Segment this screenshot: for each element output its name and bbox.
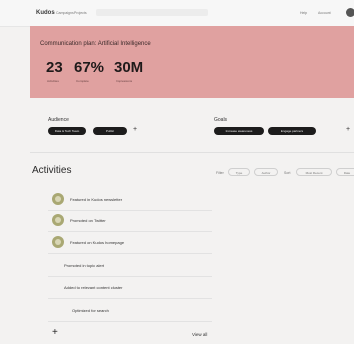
nav-item-campaigns[interactable]: Campaigns <box>56 11 74 15</box>
nav-item-projects[interactable]: Projects <box>74 11 87 15</box>
badge-icon <box>52 193 64 205</box>
add-goal-button[interactable]: + <box>346 126 350 134</box>
app-logo[interactable]: Kudos <box>36 10 55 16</box>
activity-row[interactable]: Optimized for search <box>48 301 212 322</box>
goals-label: Goals <box>214 117 228 123</box>
plan-header: Communication plan: Artificial Intellige… <box>30 26 354 98</box>
add-audience-button[interactable]: + <box>133 126 137 134</box>
page: Kudos Campaigns Projects Help Account Co… <box>0 0 354 344</box>
activity-text: Optimized for search <box>72 308 109 313</box>
activity-row[interactable]: Promoted in topic alert <box>48 256 212 277</box>
filter-label: Filter <box>216 171 224 175</box>
divider <box>30 152 354 153</box>
activity-row[interactable]: Added to relevant content cluster <box>48 278 212 299</box>
activity-text: Promoted in topic alert <box>64 263 105 268</box>
stat-label-impressions: Impressions <box>116 79 133 83</box>
stat-value-impressions: 30M <box>114 59 144 76</box>
goal-pill-2[interactable]: Engage partners <box>268 127 316 135</box>
activities-heading: Activities <box>32 165 72 176</box>
stat-value-complete: 67% <box>74 59 105 76</box>
badge-icon <box>52 236 64 248</box>
badge-icon <box>52 214 64 226</box>
help-link[interactable]: Help <box>300 11 307 15</box>
add-activity-button[interactable]: + <box>52 328 58 338</box>
activity-text: Featured in Kudos newsletter <box>70 197 123 202</box>
activity-row[interactable]: Featured in Kudos newsletter <box>48 190 212 211</box>
sort-chip-recent[interactable]: Most Recent <box>296 168 332 176</box>
goal-pill-1[interactable]: Increase awareness <box>214 127 264 135</box>
stat-value-activities: 23 <box>46 59 63 76</box>
account-link[interactable]: Account <box>318 11 331 15</box>
audience-pill-2[interactable]: Public <box>93 127 127 135</box>
stat-label-complete: Complete <box>76 79 89 83</box>
audience-label: Audience <box>48 117 69 123</box>
audience-pill-1[interactable]: Data & Tech Team <box>48 127 86 135</box>
filter-chip-type[interactable]: Type <box>228 168 250 176</box>
search-input[interactable] <box>96 9 208 16</box>
page-title: Communication plan: Artificial Intellige… <box>40 41 151 47</box>
activity-text: Added to relevant content cluster <box>64 285 123 290</box>
avatar[interactable] <box>346 8 354 17</box>
sort-label: Sort <box>284 171 291 175</box>
filter-chip-author[interactable]: Author <box>254 168 278 176</box>
activity-row[interactable]: Featured on Kudos homepage <box>48 233 212 254</box>
activity-row[interactable]: Promoted on Twitter <box>48 211 212 232</box>
top-bar: Kudos Campaigns Projects Help Account <box>0 0 354 27</box>
stat-label-activities: Activities <box>47 79 59 83</box>
activity-text: Promoted on Twitter <box>70 218 106 223</box>
sort-chip-date[interactable]: Date <box>336 168 354 176</box>
activity-text: Featured on Kudos homepage <box>70 240 125 245</box>
view-all-link[interactable]: View all <box>192 332 207 337</box>
